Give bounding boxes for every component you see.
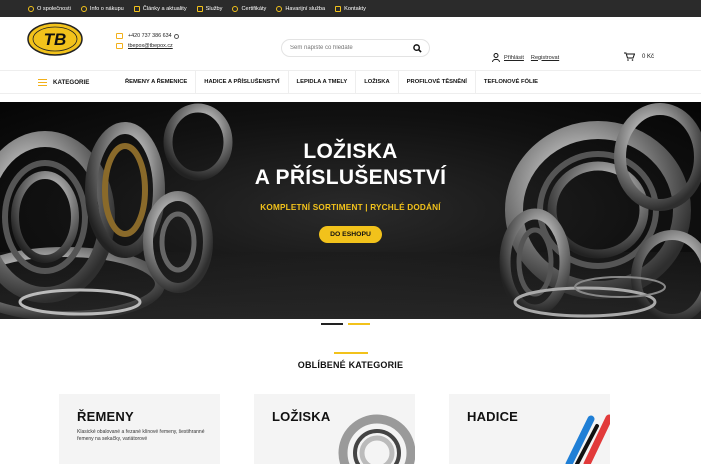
category-card-belts[interactable]: ŘEMENY Klasické obalované a řezané klíno… <box>59 394 220 464</box>
topbar-link-about[interactable]: O společnosti <box>28 5 71 12</box>
topbar-link-services[interactable]: Služby <box>196 5 222 12</box>
check-icon <box>196 5 203 12</box>
category-card-text: Klasické obalované a řezané klínové řeme… <box>77 429 205 442</box>
category-menu-button[interactable]: KATEGORIE <box>38 78 89 86</box>
nav-link-teflon-foils[interactable]: TEFLONOVÉ FÓLIE <box>474 71 546 93</box>
slider-pagination <box>321 323 370 325</box>
hero-subtitle: KOMPLETNÍ SORTIMENT | RYCHLÉ DODÁNÍ <box>260 203 441 212</box>
email-icon <box>116 43 123 49</box>
favorite-categories-section: OBLÍBENÉ KATEGORIE <box>0 352 701 370</box>
info-icon <box>80 5 87 12</box>
main-nav: KATEGORIE ŘEMENY A ŘEMENICE HADICE A PŘÍ… <box>0 70 701 94</box>
cart[interactable]: 0 Kč <box>624 52 654 61</box>
eshop-button[interactable]: DO ESHOPU <box>319 226 382 243</box>
hamburger-icon <box>38 78 47 86</box>
category-cards: ŘEMENY Klasické obalované a řezané klíno… <box>59 394 610 464</box>
nav-link-bearings[interactable]: LOŽISKA <box>355 71 397 93</box>
cart-total: 0 Kč <box>642 53 655 60</box>
nav-link-belts[interactable]: ŘEMENY A ŘEMENICE <box>117 71 195 93</box>
user-icon <box>492 53 500 62</box>
topbar-link-articles[interactable]: Články a aktuality <box>133 5 187 12</box>
search-box <box>281 39 430 57</box>
gear-icon <box>28 5 34 12</box>
info-icon <box>173 33 179 39</box>
category-card-hoses[interactable]: HADICE <box>449 394 610 464</box>
search-input[interactable] <box>290 45 408 51</box>
slider-dot-1[interactable] <box>321 323 343 325</box>
company-logo[interactable]: TB <box>27 22 83 56</box>
hero-content: LOŽISKA A PŘÍSLUŠENSTVÍ KOMPLETNÍ SORTIM… <box>0 139 701 243</box>
news-icon <box>133 5 140 12</box>
register-link[interactable]: Registrovat <box>531 55 559 61</box>
category-card-title: ŘEMENY <box>77 409 134 424</box>
phone-icon <box>116 33 123 39</box>
login-link[interactable]: Přihlásit <box>504 55 524 61</box>
topbar-link-certificates[interactable]: Certifikáty <box>232 5 266 12</box>
top-bar: O společnosti Info o nákupu Články a akt… <box>0 0 701 17</box>
phone-number[interactable]: +420 737 386 634 <box>128 31 172 41</box>
nav-link-hoses[interactable]: HADICE A PŘÍSLUŠENSTVÍ <box>195 71 287 93</box>
account-links: Přihlásit Registrovat <box>492 53 562 62</box>
contact-block: +420 737 386 634 tbepox@tbepox.cz <box>116 31 179 51</box>
nav-link-profile-seals[interactable]: PROFILOVÉ TĚSNĚNÍ <box>397 71 475 93</box>
bearing-image <box>338 414 415 464</box>
favorite-categories-heading: OBLÍBENÉ KATEGORIE <box>297 359 404 370</box>
email-link[interactable]: tbepox@tbepox.cz <box>128 41 173 51</box>
nav-link-adhesives[interactable]: LEPIDLA A TMELY <box>287 71 356 93</box>
phone-icon <box>335 5 342 12</box>
hoses-image <box>565 414 610 464</box>
certificate-icon <box>232 5 239 12</box>
topbar-link-contacts[interactable]: Kontakty <box>335 5 366 12</box>
topbar-link-purchase-info[interactable]: Info o nákupu <box>80 5 124 12</box>
slider-dot-2[interactable] <box>348 323 370 325</box>
emergency-icon <box>276 5 283 12</box>
topbar-link-emergency[interactable]: Havarijní služba <box>276 5 325 12</box>
category-card-bearings[interactable]: LOŽISKA <box>254 394 415 464</box>
cart-icon <box>624 52 635 61</box>
hero-title: LOŽISKA A PŘÍSLUŠENSTVÍ <box>254 140 447 189</box>
svg-text:TB: TB <box>44 30 67 49</box>
search-icon[interactable] <box>413 44 422 53</box>
header: TB +420 737 386 634 tbepox@tbepox.cz Při… <box>0 17 701 70</box>
hero-banner[interactable]: LOŽISKA A PŘÍSLUŠENSTVÍ KOMPLETNÍ SORTIM… <box>0 102 701 319</box>
heading-accent-line <box>333 352 368 354</box>
